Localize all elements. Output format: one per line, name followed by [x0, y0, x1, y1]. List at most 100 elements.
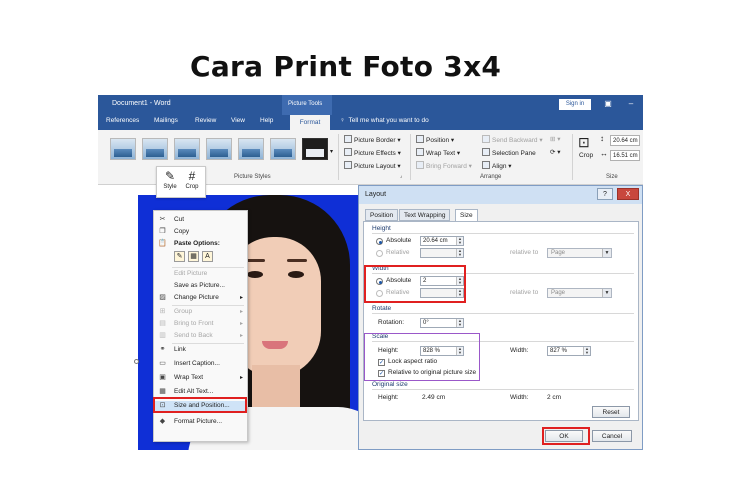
picture-style-7[interactable] [302, 138, 328, 160]
menu-item-label: Wrap Text [174, 374, 204, 381]
rotation-input[interactable]: 0° ▲ ▼ [420, 318, 464, 328]
menu-item-save-as-picture[interactable]: Save as Picture... [154, 281, 247, 291]
height-relative-input[interactable]: ▲ ▼ [420, 248, 464, 258]
bring-forward-label: Bring Forward [426, 163, 467, 170]
minimize-icon[interactable]: – [626, 99, 636, 109]
menu-item-cut[interactable]: ✂ Cut [154, 215, 247, 225]
tab-view[interactable]: View [231, 117, 245, 124]
rotation-value: 0° [423, 320, 429, 326]
bring-forward-button[interactable]: Bring Forward ▾ [416, 161, 472, 170]
style-label: Style [163, 184, 177, 190]
close-button[interactable]: X [617, 188, 639, 200]
align-icon [482, 161, 490, 169]
sign-in-button[interactable]: Sign in [559, 99, 591, 110]
send-backward-button[interactable]: Send Backward ▾ [482, 135, 543, 144]
menu-item-edit-alt-text[interactable]: ▦ Edit Alt Text... [154, 387, 247, 397]
picture-effects-button[interactable]: Picture Effects ▾ [344, 148, 401, 157]
menu-item-bring-to-front[interactable]: ▤ Bring to Front ▸ [154, 319, 247, 329]
tab-text-wrapping[interactable]: Text Wrapping [399, 209, 451, 221]
help-button[interactable]: ? [597, 188, 613, 200]
resize-handle-left[interactable] [134, 359, 139, 364]
style-button[interactable]: ✎ Style [159, 168, 181, 190]
height-section-label: Height [372, 225, 391, 232]
menu-item-label: Insert Caption... [174, 360, 220, 367]
dialog-title: Layout [365, 191, 387, 198]
width-field[interactable]: 16.51 cm [610, 150, 640, 161]
menu-item-format-picture[interactable]: ◆ Format Picture... [154, 417, 247, 427]
crop-mini-button[interactable]: # Crop [181, 168, 203, 190]
menu-item-label: Group [174, 308, 193, 315]
arrange-group-label: Arrange [480, 174, 502, 180]
tab-references[interactable]: References [106, 117, 139, 124]
height-absolute-input[interactable]: 20.64 cm ▲ ▼ [420, 236, 464, 246]
bring-forward-icon [416, 161, 424, 169]
height-relative-radio[interactable] [376, 250, 383, 257]
style-brush-icon: ✎ [164, 169, 176, 183]
tab-help[interactable]: Help [260, 117, 273, 124]
height-icon: ↕ [600, 134, 604, 143]
tell-me-search[interactable]: ♀ Tell me what you want to do [340, 117, 429, 124]
ribbon-display-icon[interactable]: ▣ [603, 99, 613, 109]
paste-keep-formatting-icon[interactable]: ✎ [174, 251, 185, 262]
scale-width-label: Width: [510, 347, 529, 354]
lightbulb-icon: ♀ [340, 117, 349, 124]
submenu-arrow-icon: ▸ [239, 333, 243, 339]
size-panel: Height Absolute 20.64 cm ▲ ▼ Relative ▲ ▼ r… [363, 221, 639, 421]
spinner-arrows-icon[interactable]: ▲ ▼ [583, 347, 590, 355]
menu-item-group[interactable]: ⊞ Group ▸ [154, 307, 247, 317]
picture-styles-launcher-icon[interactable]: ⌟ [400, 173, 402, 179]
crop-button[interactable]: Crop [579, 152, 593, 159]
menu-item-link[interactable]: ⚭ Link [154, 345, 247, 355]
height-relative-label: Relative [386, 249, 410, 256]
picture-border-button[interactable]: Picture Border ▾ [344, 135, 401, 144]
height-field[interactable]: 20.64 cm [610, 135, 640, 146]
menu-item-edit-picture[interactable]: Edit Picture [154, 269, 247, 279]
menu-item-insert-caption[interactable]: ▭ Insert Caption... [154, 359, 247, 369]
menu-item-label: Link [174, 346, 186, 353]
wrap-text-icon [416, 148, 424, 156]
picture-style-2[interactable] [142, 138, 168, 160]
spinner-arrows-icon[interactable]: ▲ ▼ [456, 319, 463, 327]
menu-item-wrap-text[interactable]: ▣ Wrap Text ▸ [154, 373, 247, 383]
paste-picture-icon[interactable]: ▦ [188, 251, 199, 262]
tab-position[interactable]: Position [365, 209, 399, 221]
menu-item-change-picture[interactable]: ▨ Change Picture ▸ [154, 293, 247, 303]
highlight-size-and-position [153, 397, 247, 413]
styles-scroll-icon[interactable]: ▾ [330, 148, 333, 155]
rotate-icon[interactable]: ⟳ ▾ [550, 148, 561, 156]
mini-toolbar: ✎ Style # Crop [156, 166, 206, 198]
width-relative-to-select[interactable]: Page ▼ [547, 288, 612, 298]
spinner-arrows-icon[interactable]: ▲ ▼ [456, 237, 463, 245]
reset-button[interactable]: Reset [592, 406, 630, 418]
picture-style-3[interactable] [174, 138, 200, 160]
paste-text-only-icon[interactable]: A [202, 251, 213, 262]
change-picture-icon: ▨ [159, 294, 166, 301]
cancel-button[interactable]: Cancel [592, 430, 632, 442]
rotation-label: Rotation: [378, 319, 405, 326]
submenu-arrow-icon: ▸ [239, 295, 243, 301]
menu-item-send-to-back[interactable]: ▥ Send to Back ▸ [154, 331, 247, 341]
wrap-text-button[interactable]: Wrap Text ▾ [416, 148, 460, 157]
highlight-width-section [364, 265, 466, 303]
align-button[interactable]: Align ▾ [482, 161, 512, 170]
group-objects-icon[interactable]: ⊞ ▾ [550, 135, 561, 143]
picture-style-6[interactable] [270, 138, 296, 160]
submenu-arrow-icon: ▸ [239, 375, 243, 381]
copy-icon: ❐ [159, 228, 166, 235]
position-label: Position [426, 137, 450, 144]
height-absolute-radio[interactable] [376, 238, 383, 245]
selection-pane-button[interactable]: Selection Pane [482, 148, 536, 157]
position-button[interactable]: Position ▾ [416, 135, 454, 144]
tab-format[interactable]: Format [290, 115, 330, 130]
menu-item-copy[interactable]: ❐ Copy [154, 227, 247, 237]
picture-style-1[interactable] [110, 138, 136, 160]
height-relative-to-select[interactable]: Page ▼ [547, 248, 612, 258]
picture-layout-button[interactable]: Picture Layout ▾ [344, 161, 401, 170]
scale-width-input[interactable]: 827 % ▲ ▼ [547, 346, 591, 356]
tab-mailings[interactable]: Mailings [154, 117, 178, 124]
tab-review[interactable]: Review [195, 117, 216, 124]
picture-style-5[interactable] [238, 138, 264, 160]
crop-icon[interactable]: ⊡ [578, 134, 590, 151]
spinner-arrows-icon[interactable]: ▲ ▼ [456, 249, 463, 257]
picture-style-4[interactable] [206, 138, 232, 160]
